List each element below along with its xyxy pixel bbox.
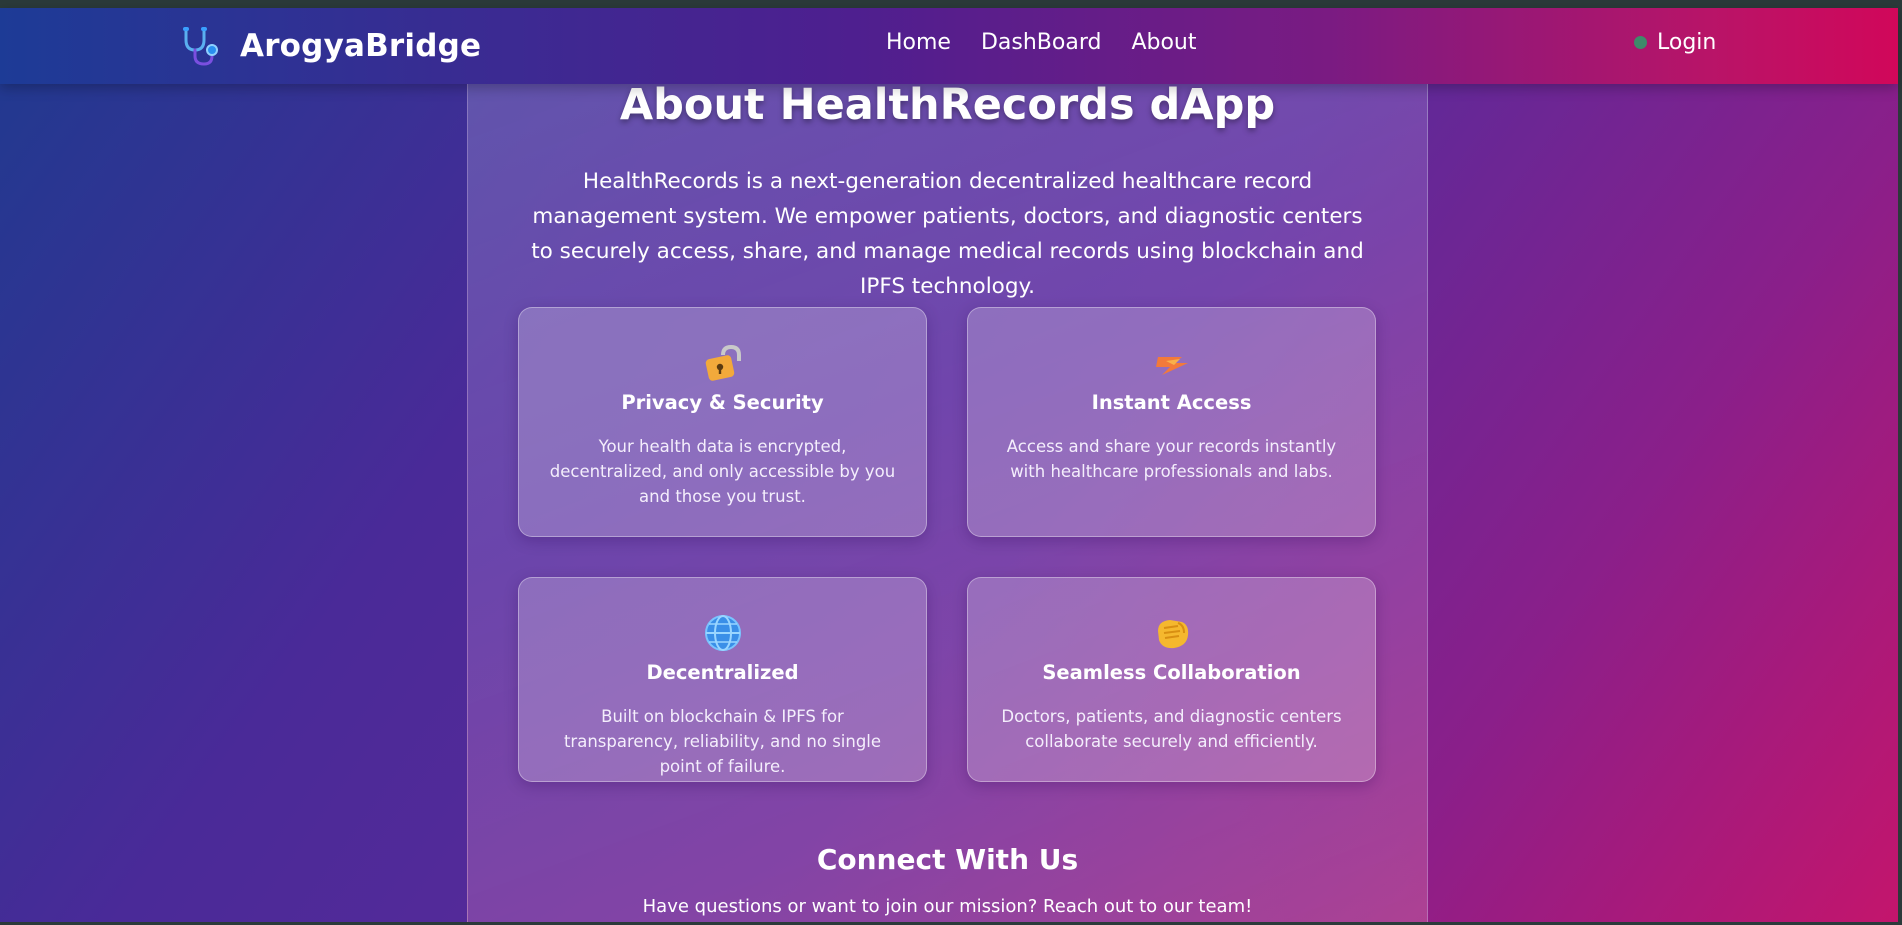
navbar: ArogyaBridge Home DashBoard About Login: [0, 8, 1898, 84]
nav-links: Home DashBoard About: [886, 30, 1197, 55]
feature-title: Decentralized: [646, 661, 799, 684]
page-title: About HealthRecords dApp: [619, 80, 1276, 130]
window-right-border: [1898, 0, 1902, 925]
nav-link-dashboard[interactable]: DashBoard: [981, 30, 1101, 55]
feature-text: Access and share your records instantly …: [1006, 437, 1337, 481]
feature-title: Instant Access: [1091, 391, 1252, 414]
feature-title: Privacy & Security: [621, 391, 824, 414]
status-dot-icon: [1634, 36, 1647, 49]
login-label: Login: [1657, 30, 1717, 55]
feature-text: Built on blockchain & IPFS for transpare…: [563, 707, 882, 776]
feature-card-decentralized: Decentralized Built on blockchain & IPFS…: [518, 577, 927, 782]
feature-card-collaboration: Seamless Collaboration Doctors, patients…: [967, 577, 1376, 782]
about-panel: About HealthRecords dApp HealthRecords i…: [467, 80, 1428, 925]
feature-title: Seamless Collaboration: [1042, 661, 1301, 684]
lock-icon: [705, 344, 741, 381]
nav-link-home[interactable]: Home: [886, 30, 951, 55]
brand-name: ArogyaBridge: [240, 28, 482, 64]
globe-icon: [704, 615, 741, 651]
window-top-border: [0, 0, 1902, 8]
about-description: HealthRecords is a next-generation decen…: [531, 169, 1364, 299]
login-button[interactable]: Login: [1634, 30, 1716, 55]
feature-text: Your health data is encrypted, decentral…: [549, 437, 896, 506]
nav-link-about[interactable]: About: [1131, 30, 1196, 55]
page: ArogyaBridge Home DashBoard About Login …: [0, 0, 1902, 925]
feature-card-privacy: Privacy & Security Your health data is e…: [518, 307, 927, 537]
connect-text: Have questions or want to join our missi…: [642, 896, 1253, 917]
feature-text: Doctors, patients, and diagnostic center…: [1001, 707, 1342, 751]
connect-title: Connect With Us: [816, 843, 1079, 876]
feature-card-instant-access: Instant Access Access and share your rec…: [967, 307, 1376, 537]
stethoscope-icon: [183, 27, 218, 66]
brand[interactable]: ArogyaBridge: [182, 18, 481, 74]
handshake-icon: [1157, 620, 1188, 649]
lightning-icon: [1155, 357, 1188, 375]
